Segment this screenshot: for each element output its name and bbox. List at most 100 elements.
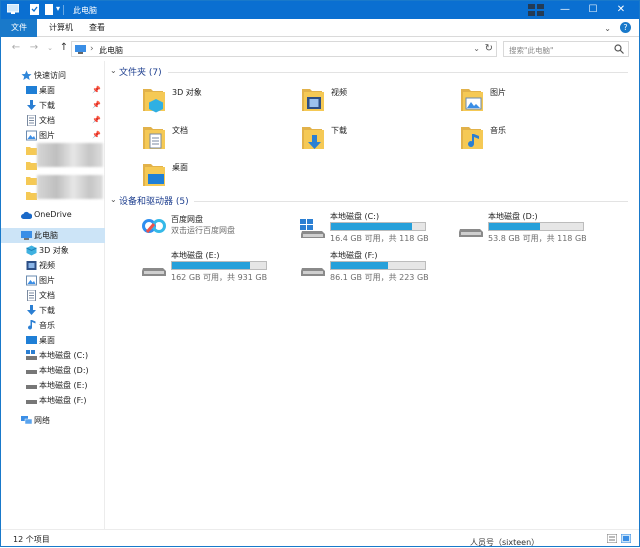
drive-usage-bar [488, 222, 584, 231]
nav-network[interactable]: 网络 [1, 413, 105, 428]
drive-icon [26, 370, 37, 374]
title-bar: ▾ 此电脑 — ☐ ✕ [1, 1, 639, 19]
baidu-netdisk-icon [142, 219, 166, 233]
group-title: 文件夹 (7) [119, 68, 162, 78]
quick-toolbar-dropdown-icon[interactable]: ▾ [56, 4, 60, 13]
folder-icon [26, 192, 37, 200]
drive-e[interactable]: 本地磁盘 (E:) 162 GB 可用，共 931 GB [141, 250, 291, 286]
folder-documents[interactable]: 文档 [142, 123, 262, 155]
minimize-button[interactable]: — [551, 1, 579, 19]
back-button[interactable]: ← [9, 42, 23, 53]
nav-quick-access[interactable]: 快速访问 [1, 68, 105, 83]
address-dropdown-icon[interactable]: ⌄ [473, 44, 480, 53]
help-icon[interactable]: ? [620, 22, 631, 33]
nav-onedrive[interactable]: OneDrive [1, 208, 105, 223]
nav-pc-drive-c[interactable]: 本地磁盘 (C:) [1, 348, 105, 363]
group-header-folders[interactable]: ⌄ 文件夹 (7) [106, 65, 628, 79]
nav-quick-desktop[interactable]: 桌面 📌 [1, 83, 105, 98]
nav-label: 本地磁盘 (C:) [39, 351, 89, 360]
drive-icon [26, 385, 37, 389]
breadcrumb-this-pc[interactable]: 此电脑 [99, 45, 123, 56]
drive-f[interactable]: 本地磁盘 (F:) 86.1 GB 可用，共 223 GB [300, 250, 450, 286]
collapse-chevron-icon[interactable]: ⌄ [110, 195, 117, 204]
drive-icon [26, 400, 37, 404]
folder-desktop-icon [143, 164, 165, 186]
details-view-icon[interactable] [607, 534, 617, 543]
search-icon [614, 44, 624, 54]
drive-c[interactable]: 本地磁盘 (C:) 16.4 GB 可用，共 118 GB [300, 211, 450, 247]
device-subtitle: 双击运行百度网盘 [171, 226, 235, 235]
nav-label: 本地磁盘 (E:) [39, 381, 88, 390]
pin-icon: 📌 [92, 86, 101, 94]
nav-label: 图片 [39, 131, 55, 140]
windows-drive-icon [26, 350, 37, 360]
nav-label: 3D 对象 [39, 246, 69, 255]
nav-pc-documents[interactable]: 文档 [1, 288, 105, 303]
folder-downloads-icon [302, 127, 324, 149]
folder-documents-icon [143, 127, 165, 149]
folder-videos[interactable]: 视频 [301, 85, 421, 117]
search-placeholder: 搜索"此电脑" [509, 46, 554, 55]
recent-locations-icon[interactable]: ⌄ [43, 44, 57, 52]
nav-quick-downloads[interactable]: 下载 📌 [1, 98, 105, 113]
tab-file[interactable]: 文件 [1, 19, 37, 37]
forward-button[interactable]: → [27, 42, 41, 53]
drive-d[interactable]: 本地磁盘 (D:) 53.8 GB 可用，共 118 GB [458, 211, 608, 247]
nav-pc-drive-d[interactable]: 本地磁盘 (D:) [1, 363, 105, 378]
folder-pictures[interactable]: 图片 [460, 85, 580, 117]
nav-this-pc[interactable]: 此电脑 [1, 228, 105, 243]
nav-pc-videos[interactable]: 视频 [1, 258, 105, 273]
nav-quick-documents[interactable]: 文档 📌 [1, 113, 105, 128]
drive-usage-fill [331, 223, 412, 230]
tab-view[interactable]: 查看 [81, 19, 113, 37]
close-button[interactable]: ✕ [607, 1, 635, 19]
nav-label: 文档 [39, 116, 55, 125]
new-folder-icon[interactable] [43, 4, 55, 15]
pictures-icon [26, 275, 37, 286]
nav-pc-pictures[interactable]: 图片 [1, 273, 105, 288]
nav-label: 此电脑 [34, 231, 58, 240]
search-input[interactable]: 搜索"此电脑" [503, 41, 629, 57]
device-name: 百度网盘 [171, 215, 203, 224]
folder-label: 文档 [172, 126, 188, 135]
folder-downloads[interactable]: 下载 [301, 123, 421, 155]
maximize-button[interactable]: ☐ [579, 1, 607, 19]
nav-label: 图片 [39, 276, 55, 285]
group-title: 设备和驱动器 (5) [119, 197, 189, 207]
nav-pc-drive-e[interactable]: 本地磁盘 (E:) [1, 378, 105, 393]
network-icon [21, 416, 32, 425]
address-bar[interactable]: › 此电脑 ⌄ ↻ [71, 41, 497, 57]
drive-icon [142, 268, 166, 276]
up-button[interactable]: ↑ [57, 42, 71, 53]
baidu-netdisk-item[interactable]: 百度网盘 双击运行百度网盘 [141, 214, 291, 250]
nav-pc-desktop[interactable]: 桌面 [1, 333, 105, 348]
drive-usage-bar [330, 222, 426, 231]
nav-pc-3d-objects[interactable]: 3D 对象 [1, 243, 105, 258]
document-icon [27, 115, 36, 126]
collapse-chevron-icon[interactable]: ⌄ [110, 66, 117, 75]
folder-icon [26, 177, 37, 185]
address-row: ← → ⌄ ↑ › 此电脑 ⌄ ↻ 搜索"此电脑" [1, 38, 639, 60]
refresh-icon[interactable]: ↻ [485, 43, 493, 54]
folder-desktop[interactable]: 桌面 [142, 160, 262, 192]
properties-icon[interactable] [29, 4, 41, 15]
expand-ribbon-icon[interactable]: ⌄ [604, 24, 611, 33]
nav-quick-pictures[interactable]: 图片 📌 [1, 128, 105, 143]
drive-space: 162 GB 可用，共 931 GB [171, 273, 268, 282]
drive-name: 本地磁盘 (E:) [171, 251, 220, 260]
nav-pc-music[interactable]: 音乐 [1, 318, 105, 333]
nav-label: 视频 [39, 261, 55, 270]
group-header-devices[interactable]: ⌄ 设备和驱动器 (5) [106, 194, 628, 208]
folder-label: 下载 [331, 126, 347, 135]
folder-music[interactable]: 音乐 [460, 123, 580, 155]
drive-usage-fill [331, 262, 389, 269]
nav-pc-downloads[interactable]: 下载 [1, 303, 105, 318]
desktop-icon [26, 86, 37, 94]
folder-label: 图片 [490, 88, 506, 97]
nav-pc-drive-f[interactable]: 本地磁盘 (F:) [1, 393, 105, 408]
nav-label: 桌面 [39, 86, 55, 95]
folder-3d-objects[interactable]: 3D 对象 [142, 85, 262, 117]
group-divider [194, 201, 628, 202]
large-icons-view-icon[interactable] [621, 534, 631, 543]
tab-computer[interactable]: 计算机 [41, 19, 81, 37]
